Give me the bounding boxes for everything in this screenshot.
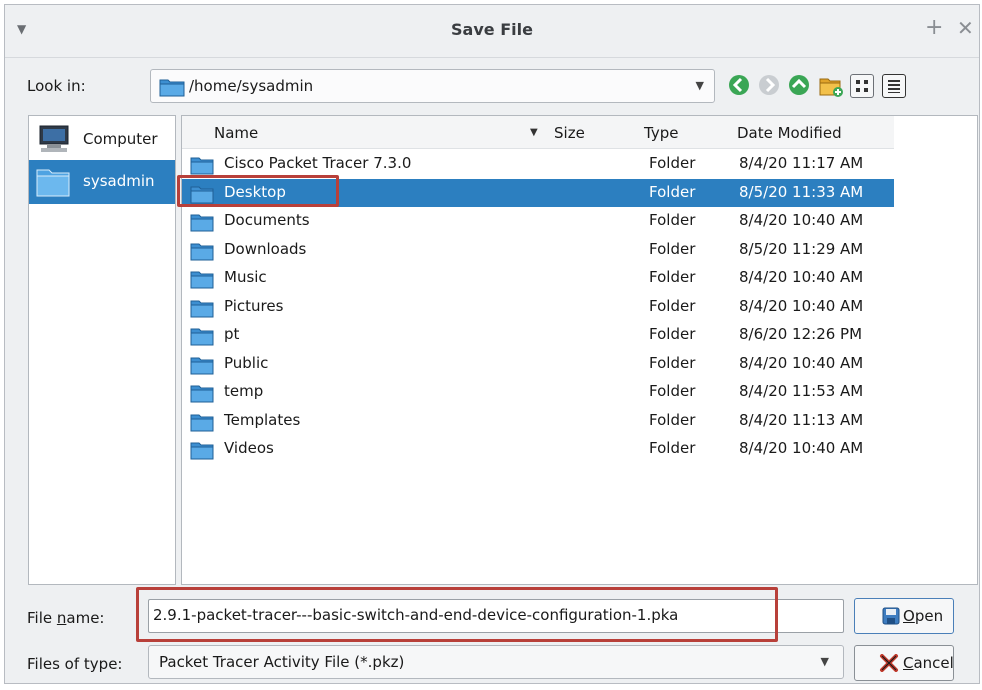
cancel-button[interactable]: Cancel: [854, 645, 954, 681]
file-date-cell: 8/4/20 10:40 AM: [739, 296, 864, 315]
file-date-cell: 8/4/20 10:40 AM: [739, 439, 864, 457]
look-in-path: /home/sysadmin: [189, 77, 314, 95]
file-name-cell: Music: [224, 268, 267, 286]
folder-icon: [159, 77, 185, 101]
file-date-cell: 8/5/20 11:29 AM: [739, 239, 864, 258]
file-type-cell: Folder: [649, 268, 696, 286]
file-type-cell: Folder: [649, 410, 696, 429]
place-computer[interactable]: Computer: [29, 118, 175, 162]
annotation-highlight: [136, 587, 778, 642]
file-name-cell: Downloads: [224, 239, 307, 258]
file-date-cell: 8/4/20 10:40 AM: [739, 268, 864, 286]
file-type-cell: Folder: [649, 211, 696, 229]
chevron-down-icon: ▼: [820, 655, 829, 668]
open-button-label: Open: [903, 607, 944, 625]
file-row[interactable]: pt Folder 8/6/20 12:26 PM: [182, 321, 894, 349]
new-folder-icon[interactable]: [817, 71, 845, 99]
look-in-label: Look in:: [27, 77, 86, 95]
plus-icon[interactable]: +: [925, 17, 943, 39]
back-icon[interactable]: [727, 73, 755, 101]
folder-icon: [190, 212, 214, 236]
file-date-cell: 8/5/20 11:33 AM: [739, 182, 864, 201]
file-type-cell: Folder: [649, 239, 696, 258]
place-sysadmin[interactable]: sysadmin: [29, 160, 175, 204]
folder-icon: [190, 326, 214, 350]
file-name-cell: Cisco Packet Tracer 7.3.0: [224, 154, 412, 172]
file-row[interactable]: Templates Folder 8/4/20 11:13 AM: [182, 407, 894, 435]
place-label: Computer: [83, 130, 158, 148]
file-type-value: Packet Tracer Activity File (*.pkz): [159, 653, 405, 671]
file-type-cell: Folder: [649, 353, 696, 372]
column-header-name[interactable]: Name: [214, 124, 258, 142]
file-name-cell: pt: [224, 325, 240, 343]
folder-icon: [190, 412, 214, 436]
file-row[interactable]: Documents Folder 8/4/20 10:40 AM: [182, 207, 894, 235]
folder-icon: [190, 269, 214, 293]
icon-view-icon[interactable]: [850, 74, 874, 98]
file-date-cell: 8/6/20 12:26 PM: [739, 325, 863, 343]
folder-icon: [190, 383, 214, 407]
folder-icon: [190, 298, 214, 322]
file-type-cell: Folder: [649, 182, 696, 201]
file-row[interactable]: Cisco Packet Tracer 7.3.0 Folder 8/4/20 11…: [182, 150, 894, 178]
cancel-x-icon: [879, 654, 899, 676]
look-in-combo[interactable]: /home/sysadmin ▼: [150, 69, 715, 103]
list-view-icon[interactable]: [882, 74, 906, 98]
file-row[interactable]: Pictures Folder 8/4/20 10:40 AM: [182, 293, 894, 321]
file-name-cell: Pictures: [224, 296, 284, 315]
file-row[interactable]: Public Folder 8/4/20 10:40 AM: [182, 350, 894, 378]
file-list-header: Name ▼ Size Type Date Modified: [182, 116, 894, 149]
computer-icon: [37, 124, 71, 158]
file-name-cell: Templates: [224, 410, 301, 429]
sort-desc-icon: ▼: [530, 127, 538, 138]
file-row[interactable]: Downloads Folder 8/5/20 11:29 AM: [182, 236, 894, 264]
column-header-size[interactable]: Size: [554, 124, 585, 142]
chevron-down-icon: ▼: [695, 79, 704, 92]
folder-icon: [190, 440, 214, 464]
folder-icon: [190, 241, 214, 265]
file-name-cell: Documents: [224, 211, 310, 229]
open-button[interactable]: Open: [854, 598, 954, 634]
file-type-cell: Folder: [649, 325, 696, 343]
cancel-button-label: Cancel: [903, 654, 954, 672]
close-icon[interactable]: ✕: [957, 17, 974, 39]
annotation-highlight: [177, 175, 339, 207]
file-row[interactable]: Music Folder 8/4/20 10:40 AM: [182, 264, 894, 292]
file-date-cell: 8/4/20 11:17 AM: [739, 154, 864, 172]
file-type-cell: Folder: [649, 439, 696, 457]
file-name-cell: Public: [224, 353, 269, 372]
file-date-cell: 8/4/20 11:13 AM: [739, 410, 864, 429]
up-icon[interactable]: [787, 73, 815, 101]
file-name-cell: temp: [224, 382, 264, 400]
file-type-cell: Folder: [649, 296, 696, 315]
file-row[interactable]: temp Folder 8/4/20 11:53 AM: [182, 378, 894, 406]
column-header-type[interactable]: Type: [644, 124, 678, 142]
column-header-date[interactable]: Date Modified: [737, 124, 842, 142]
file-type-cell: Folder: [649, 154, 696, 172]
dialog-title: Save File: [451, 20, 533, 39]
file-date-cell: 8/4/20 10:40 AM: [739, 211, 864, 229]
title-bar: ▼ Save File + ✕: [5, 5, 979, 58]
folder-icon: [35, 166, 71, 202]
place-label: sysadmin: [83, 172, 155, 190]
file-type-combo[interactable]: Packet Tracer Activity File (*.pkz) ▼: [148, 645, 844, 679]
file-date-cell: 8/4/20 11:53 AM: [739, 382, 864, 400]
places-sidebar: Computer sysadmin: [28, 115, 176, 585]
save-icon: [882, 607, 900, 629]
file-type-label: Files of type:: [27, 655, 123, 673]
file-row[interactable]: Videos Folder 8/4/20 10:40 AM: [182, 435, 894, 463]
folder-icon: [190, 355, 214, 379]
file-name-label: File name:: [27, 609, 105, 627]
file-type-cell: Folder: [649, 382, 696, 400]
file-name-cell: Videos: [224, 439, 274, 457]
file-date-cell: 8/4/20 10:40 AM: [739, 353, 864, 372]
forward-icon[interactable]: [757, 73, 785, 101]
save-file-dialog: ▼ Save File + ✕ Look in: /home/sysadmin …: [4, 4, 980, 684]
